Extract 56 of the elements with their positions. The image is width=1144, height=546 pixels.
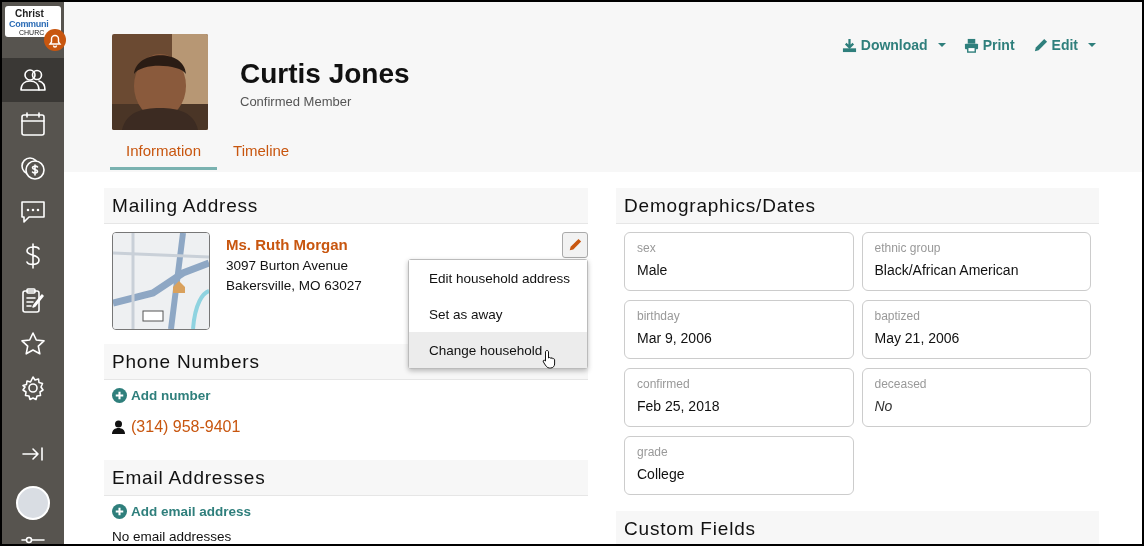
- field-value: Feb 25, 2018: [637, 398, 721, 414]
- star-icon: [19, 330, 47, 358]
- pencil-icon: [1032, 37, 1048, 53]
- chat-icon: [19, 198, 47, 226]
- address-line: Bakersville, MO 63027: [226, 278, 362, 293]
- download-button[interactable]: Download: [841, 37, 946, 53]
- add-icon: [112, 504, 127, 519]
- tab[interactable]: Information: [110, 138, 218, 170]
- section-heading: Email Addresses: [104, 460, 588, 496]
- field-label: ethnic group: [874, 241, 942, 255]
- nav-item[interactable]: [2, 58, 64, 102]
- clipboard-icon: [19, 286, 47, 314]
- field-label: confirmed: [637, 377, 691, 391]
- field-value: College: [637, 466, 686, 482]
- field-value: No: [874, 398, 894, 414]
- section-heading: Demographics/Dates: [616, 188, 1099, 224]
- logo-text: Communi: [9, 19, 50, 29]
- menu-item[interactable]: Set as away: [409, 296, 587, 332]
- bell-icon[interactable]: [44, 29, 66, 51]
- add-number-link[interactable]: Add number: [112, 388, 211, 403]
- section-heading: Mailing Address: [104, 188, 588, 224]
- calendar-icon: [19, 110, 47, 138]
- field-label: grade: [637, 445, 669, 459]
- avatar[interactable]: [16, 486, 50, 520]
- field-value: Black/African American: [874, 262, 1020, 278]
- person-name: Curtis Jones: [240, 58, 410, 90]
- empty-message: No email addresses: [112, 529, 233, 544]
- field-label: birthday: [637, 309, 681, 323]
- field-label: baptized: [874, 309, 921, 323]
- field-value: Male: [637, 262, 669, 278]
- section-heading: Custom Fields: [616, 511, 1099, 544]
- coins-icon: [19, 154, 47, 182]
- member-status: Confirmed Member: [240, 94, 353, 109]
- sliders-icon[interactable]: [19, 534, 47, 544]
- add-email-link[interactable]: Add email address: [112, 504, 252, 519]
- phone-link[interactable]: (314) 958-9401: [131, 418, 241, 436]
- printer-icon: [963, 37, 979, 53]
- settings-icon: [19, 374, 47, 402]
- add-icon: [112, 388, 127, 403]
- tab[interactable]: Timeline: [217, 138, 306, 170]
- edit-button[interactable]: Edit: [1032, 37, 1096, 53]
- address-line: 3097 Burton Avenue: [226, 258, 350, 273]
- field-label: deceased: [874, 377, 928, 391]
- edit-address-button[interactable]: [562, 232, 588, 258]
- print-button[interactable]: Print: [963, 37, 1015, 53]
- logo-text: Christ: [15, 8, 45, 19]
- field-label: sex: [637, 241, 657, 255]
- field-value: Mar 9, 2006: [637, 330, 713, 346]
- menu-item[interactable]: Change household: [409, 332, 587, 368]
- person-icon: [112, 420, 125, 434]
- pencil-icon: [568, 238, 582, 252]
- menu-item[interactable]: Edit household address: [409, 260, 587, 296]
- household-name-link[interactable]: Ms. Ruth Morgan: [226, 236, 362, 253]
- download-icon: [841, 37, 857, 53]
- people-icon: [19, 66, 47, 94]
- field-value: May 21, 2006: [874, 330, 961, 346]
